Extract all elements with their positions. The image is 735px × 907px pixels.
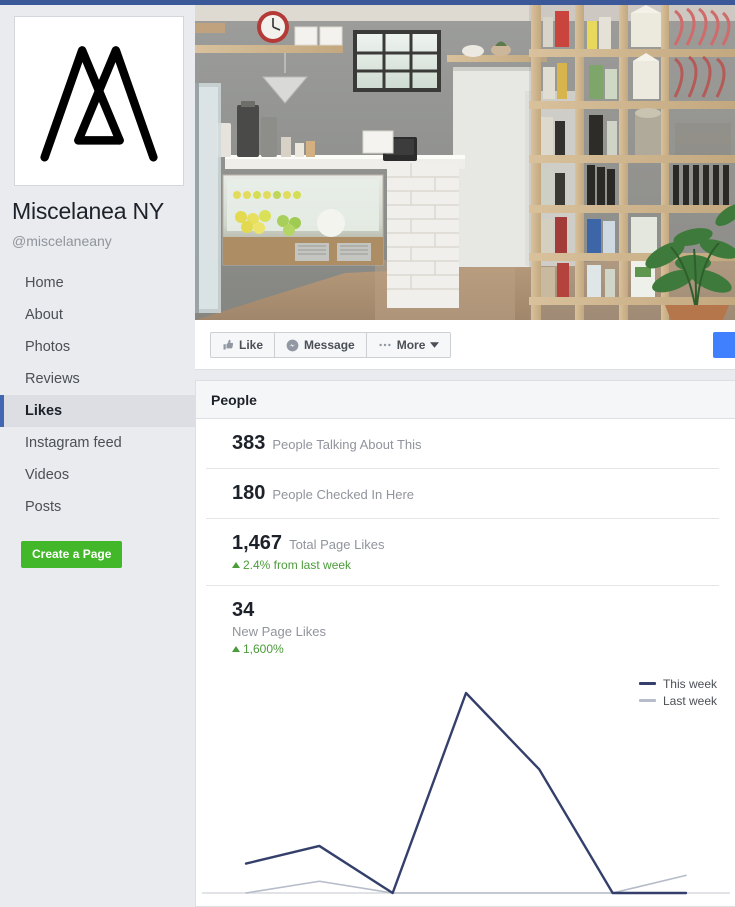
message-button[interactable]: Message (275, 333, 367, 357)
page-handle: @miscelaneany (12, 233, 112, 249)
cover-edit-blue-button[interactable] (713, 332, 735, 358)
cover-photo[interactable] (195, 5, 735, 320)
ellipsis-icon (378, 342, 392, 348)
panel-header-title: People (211, 391, 257, 408)
stat-new-page-likes: 34 New Page Likes 1,600% (206, 586, 719, 669)
thumbs-up-icon (222, 339, 234, 351)
sidebar-item-videos[interactable]: Videos (0, 459, 195, 491)
left-sidebar: Miscelanea NY @miscelaneany Home About P… (0, 5, 195, 907)
create-a-page-button[interactable]: Create a Page (21, 541, 123, 568)
sidebar-item-instagram-feed[interactable]: Instagram feed (0, 427, 195, 459)
stat-label: People Talking About This (272, 437, 422, 452)
stat-value: 34 (232, 599, 255, 621)
stat-people-checked-in-here: 180 People Checked In Here (206, 469, 719, 519)
stat-delta: 1,600% (232, 642, 719, 656)
people-stats-panel: People 383 People Talking About This 180… (195, 380, 735, 907)
sidebar-item-photos[interactable]: Photos (0, 331, 195, 363)
stat-label: New Page Likes (232, 624, 326, 639)
stat-label: Total Page Likes (289, 537, 385, 552)
stat-people-talking-about-this: 383 People Talking About This (206, 419, 719, 469)
stat-total-page-likes: 1,467 Total Page Likes 2.4% from last we… (206, 519, 719, 586)
new-page-likes-chart: This week Last week 07/1207/1307/1407/15… (196, 675, 735, 907)
page-action-bar: Like Message More (195, 320, 735, 370)
page-actions-group: Like Message More (210, 332, 452, 358)
chart-series-last-week (245, 874, 687, 894)
stat-delta-label: 2.4% from last week (243, 558, 352, 572)
message-button-label: Message (304, 338, 355, 352)
like-button[interactable]: Like (211, 333, 276, 357)
stat-delta-label: 1,600% (243, 642, 284, 656)
messenger-icon (286, 339, 299, 352)
stat-value: 180 (232, 482, 266, 504)
page-title: Miscelanea NY (12, 198, 165, 224)
triangle-up-icon (232, 562, 240, 568)
more-button[interactable]: More (366, 333, 451, 357)
panel-header: People (196, 381, 735, 419)
more-button-label: More (396, 338, 426, 352)
triangle-up-icon (232, 646, 240, 652)
sidebar-item-home[interactable]: Home (0, 267, 195, 299)
sidebar-nav: Home About Photos Reviews Likes Instagra… (0, 267, 195, 523)
sidebar-item-about[interactable]: About (0, 299, 195, 331)
like-button-label: Like (239, 338, 264, 352)
page-root: Miscelanea NY @miscelaneany Home About P… (0, 0, 735, 907)
chart-series-this-week (244, 691, 688, 895)
stat-delta: 2.4% from last week (232, 558, 719, 572)
chevron-down-icon (430, 342, 440, 348)
stat-value: 383 (232, 432, 266, 454)
stat-label: People Checked In Here (272, 487, 415, 502)
profile-picture[interactable] (14, 16, 184, 186)
stat-value: 1,467 (232, 532, 283, 554)
sidebar-item-posts[interactable]: Posts (0, 491, 195, 523)
miscelanea-m-logo-icon (20, 22, 178, 180)
chart-plot (202, 691, 730, 895)
sidebar-item-likes[interactable]: Likes (0, 395, 195, 427)
sidebar-item-reviews[interactable]: Reviews (0, 363, 195, 395)
